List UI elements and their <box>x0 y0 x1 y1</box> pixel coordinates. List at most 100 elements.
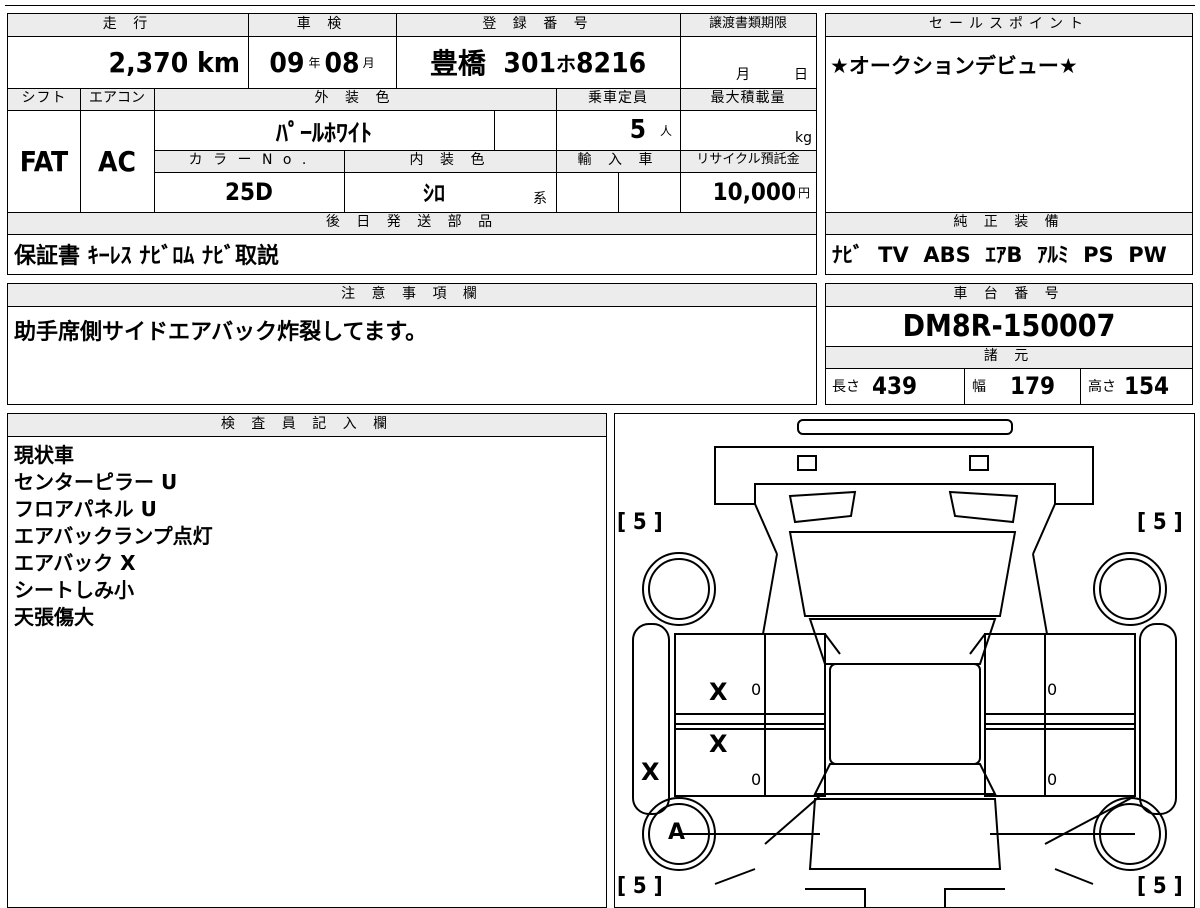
tire-label-front-left: [ 5 ] <box>617 510 663 535</box>
vehicle-info-box: 走 行 車 検 登 録 番 号 譲渡書類期限 2,370 km 09 年 08 月 豊… <box>7 13 817 275</box>
interior-color-value: ｼﾛ <box>422 182 445 207</box>
header-shift: シフト <box>8 88 80 110</box>
transfer-deadline-value: 月 日 <box>680 36 816 88</box>
notes-text: 助手席側サイドエアバック炸裂してます。 <box>14 320 428 345</box>
mark-rear-door-left-2: 0 <box>751 770 762 789</box>
recycle-value: 10,000 円 <box>680 172 816 212</box>
inspector-note: シートしみ小 <box>14 578 134 602</box>
transfer-month-unit: 月 <box>736 67 750 83</box>
tire-label-front-right: [ 5 ] <box>1137 510 1183 535</box>
header-recycle: リサイクル預託金 <box>680 150 816 172</box>
transfer-day-unit: 日 <box>794 67 808 83</box>
exterior-color-value: ﾊﾟｰﾙﾎﾜｲﾄ <box>276 118 372 147</box>
header-exterior-color: 外 装 色 <box>154 88 556 110</box>
inspector-note: フロアパネル U <box>14 497 157 521</box>
inspection-value: 09 年 08 月 <box>248 36 396 88</box>
roof <box>829 663 981 765</box>
grille-right <box>969 455 989 471</box>
inspector-note: エアバックランプ点灯 <box>14 524 213 548</box>
inspector-note: センターピラー U <box>14 470 178 494</box>
capacity-unit: 人 <box>659 123 672 138</box>
spec-length: 長さ 439 <box>826 368 964 404</box>
header-inspector: 検 査 員 記 入 欄 <box>8 414 606 436</box>
spec-width: 幅 179 <box>964 368 1080 404</box>
aircon-value: AC <box>98 144 136 178</box>
header-transfer-deadline: 譲渡書類期限 <box>680 14 816 36</box>
header-color-no: カ ラ ー N o . <box>154 150 344 172</box>
top-strip <box>5 0 1195 6</box>
header-inspection: 車 検 <box>248 14 396 36</box>
sales-point-box: セールスポイント ★オークションデビュー★ 純 正 装 備 ﾅﾋﾞ TV ABS… <box>825 13 1193 275</box>
plate-kana: ホ <box>556 51 577 76</box>
inspector-box: 検 査 員 記 入 欄 現状車 センターピラー U フロアパネル U エアバック… <box>7 413 607 908</box>
notes-box: 注 意 事 項 欄 助手席側サイドエアバック炸裂してます。 <box>7 283 817 405</box>
headlight-left <box>788 490 857 524</box>
header-registration: 登 録 番 号 <box>396 14 680 36</box>
tire-label-rear-left: [ 5 ] <box>617 874 663 899</box>
header-notes: 注 意 事 項 欄 <box>8 284 816 306</box>
inspector-note: 天張傷大 <box>14 605 94 629</box>
recycle-unit: 円 <box>797 185 810 200</box>
sales-point-text: ★オークションデビュー★ <box>830 54 1078 78</box>
color-no-value: 25D <box>225 178 273 206</box>
header-mileage: 走 行 <box>8 14 248 36</box>
length-label: 長さ <box>832 379 860 395</box>
spec-height: 高さ 154 <box>1080 368 1192 404</box>
tire-label-rear-right: [ 5 ] <box>1137 874 1183 899</box>
width-label: 幅 <box>972 379 986 395</box>
inspector-note: 現状車 <box>14 443 74 467</box>
header-import: 輸 入 車 <box>556 150 680 172</box>
rear-bumper <box>805 888 1005 907</box>
plate-serial: 8216 <box>576 45 647 79</box>
shift-value: FAT <box>19 144 69 178</box>
front-bumper <box>797 419 1013 435</box>
max-load-unit: kg <box>795 130 812 146</box>
capacity-number: 5 <box>629 115 646 145</box>
header-capacity: 乗車定員 <box>556 88 680 110</box>
header-later-parts: 後 日 発 送 部 品 <box>8 212 816 234</box>
chassis-box: 車 台 番 号 DM8R-150007 諸 元 長さ 439 幅 179 高さ … <box>825 283 1193 405</box>
windshield <box>808 618 997 665</box>
header-specs: 諸 元 <box>826 346 1192 368</box>
recycle-number: 10,000 <box>712 178 796 206</box>
chassis-no-value: DM8R-150007 <box>902 308 1116 344</box>
inspector-notes-list: 現状車 センターピラー U フロアパネル U エアバックランプ点灯 エアバック … <box>14 442 213 631</box>
grille-left <box>797 455 817 471</box>
right-sill <box>1139 623 1177 815</box>
genuine-equipment-value: ﾅﾋﾞ TV ABS ｴｱB ｱﾙﾐ PS PW <box>832 243 1167 267</box>
car-diagram-box: [ 5 ] [ 5 ] [ 5 ] [ 5 ] X 0 X 0 X 0 0 A <box>614 413 1195 908</box>
trunk <box>808 798 1002 870</box>
inspection-year: 09 <box>269 45 305 79</box>
height-label: 高さ <box>1088 379 1116 395</box>
mark-rear-door-right: 0 <box>1047 770 1058 789</box>
mileage-unit: km <box>197 45 240 79</box>
front-hood-outline <box>714 446 1094 505</box>
rear-door-left <box>674 723 826 797</box>
interior-suffix: 系 <box>533 191 547 207</box>
header-max-load: 最大積載量 <box>680 88 816 110</box>
height-value: 154 <box>1124 372 1170 400</box>
header-interior-color: 内 装 色 <box>344 150 556 172</box>
header-genuine-equipment: 純 正 装 備 <box>826 212 1192 234</box>
car-diagram <box>632 419 1177 907</box>
width-value: 179 <box>1010 372 1056 400</box>
plate-number: 301 <box>503 45 557 79</box>
length-value: 439 <box>872 372 918 400</box>
header-chassis-no: 車 台 番 号 <box>826 284 1192 306</box>
rear-window <box>813 763 997 795</box>
max-load-value: kg <box>680 110 816 150</box>
inspection-month: 08 <box>324 45 360 79</box>
mark-front-door-left-2: 0 <box>751 680 762 699</box>
headlight-right <box>948 490 1019 524</box>
plate-value: 豊橋 301 ホ 8216 <box>396 36 680 88</box>
capacity-value: 5人 <box>556 110 680 150</box>
plate-region: 豊橋 <box>429 47 486 80</box>
hood <box>788 531 1017 617</box>
mileage-value: 2,370 km <box>8 36 248 88</box>
wheel-front-right <box>1093 552 1167 626</box>
month-unit: 月 <box>362 55 375 70</box>
header-sales-point: セールスポイント <box>826 14 1192 36</box>
mark-wheel-rear-left: A <box>668 820 686 845</box>
mileage-number: 2,370 <box>108 45 189 79</box>
mark-rear-door-left: X <box>709 730 728 758</box>
